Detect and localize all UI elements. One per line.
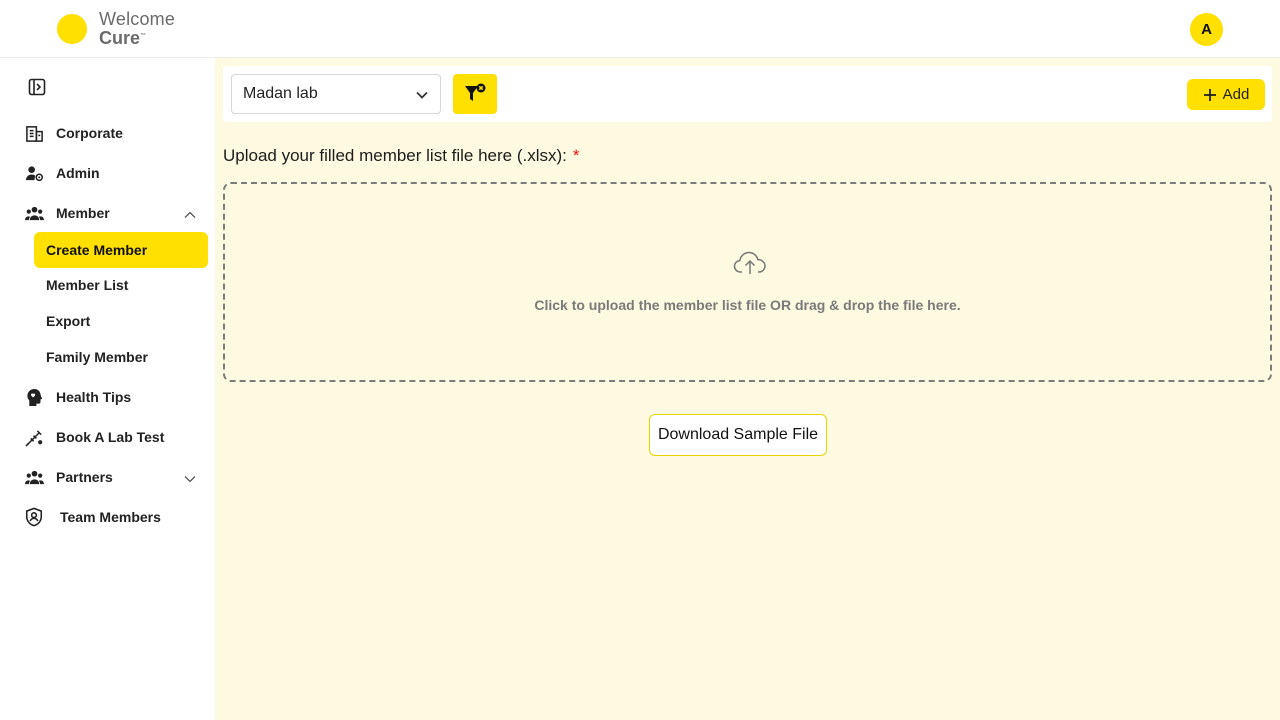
- sidebar-item-label: Team Members: [60, 509, 161, 525]
- filter-clear-icon: [465, 83, 486, 101]
- chevron-down-icon: [416, 91, 428, 99]
- sidebar-collapse-icon[interactable]: [28, 78, 46, 96]
- sidebar-item-label: Partners: [56, 469, 113, 485]
- sidebar-item-label: Corporate: [56, 125, 123, 141]
- clear-filter-button[interactable]: [453, 74, 497, 114]
- sidebar-item-label: Admin: [56, 165, 100, 181]
- lab-select-value: Madan lab: [243, 85, 318, 102]
- logo-line2: Cure™: [99, 28, 147, 48]
- toolbar: Madan lab Add: [223, 66, 1272, 122]
- sidebar-item-team-members[interactable]: Team Members: [24, 505, 161, 529]
- logo[interactable]: Welcome Cure™: [99, 9, 176, 48]
- microscope-icon: [24, 427, 44, 447]
- plus-icon: [1203, 88, 1216, 101]
- user-avatar[interactable]: A: [1190, 13, 1223, 46]
- shield-user-icon: [24, 507, 44, 527]
- required-mark: *: [572, 146, 580, 165]
- logo-mark: [57, 14, 87, 44]
- group-icon: [24, 467, 44, 487]
- sidebar-item-admin[interactable]: Admin: [24, 161, 100, 185]
- building-icon: [24, 123, 44, 143]
- sidebar-item-book-lab-test[interactable]: Book A Lab Test: [24, 425, 164, 449]
- admin-gear-icon: [24, 163, 44, 183]
- logo-line1: Welcome: [99, 9, 176, 29]
- sidebar-subitem-member-list[interactable]: Member List: [46, 275, 128, 295]
- chevron-up-icon[interactable]: [183, 208, 197, 222]
- sidebar-subitem-export[interactable]: Export: [46, 311, 90, 331]
- group-icon: [24, 203, 44, 223]
- lab-select[interactable]: Madan lab: [231, 74, 441, 114]
- sidebar-item-corporate[interactable]: Corporate: [24, 121, 123, 145]
- sidebar-item-partners[interactable]: Partners: [24, 465, 113, 489]
- sidebar-item-member[interactable]: Member: [24, 201, 110, 225]
- sidebar-subitem-family-member[interactable]: Family Member: [46, 347, 148, 367]
- main-content: Madan lab Add Upload your filled member …: [215, 58, 1280, 720]
- chevron-down-icon[interactable]: [183, 472, 197, 486]
- sidebar: Corporate Admin Member Create Member Mem…: [0, 58, 215, 720]
- sidebar-subitem-create-member[interactable]: Create Member: [34, 232, 208, 268]
- head-heart-icon: [24, 387, 44, 407]
- logo-tm: ™: [140, 33, 147, 39]
- sidebar-item-label: Health Tips: [56, 389, 132, 405]
- dropzone-text: Click to upload the member list file OR …: [534, 297, 961, 313]
- add-button-label: Add: [1222, 86, 1250, 103]
- upload-label: Upload your filled member list file here…: [223, 146, 580, 165]
- download-sample-button[interactable]: Download Sample File: [649, 414, 827, 456]
- app-header: Welcome Cure™ A: [0, 0, 1280, 58]
- add-button[interactable]: Add: [1187, 79, 1265, 110]
- file-dropzone[interactable]: Click to upload the member list file OR …: [223, 182, 1272, 382]
- sidebar-item-health-tips[interactable]: Health Tips: [24, 385, 131, 409]
- sidebar-item-label: Book A Lab Test: [56, 429, 165, 445]
- sidebar-item-label: Member: [56, 205, 110, 221]
- cloud-upload-icon: [733, 251, 766, 274]
